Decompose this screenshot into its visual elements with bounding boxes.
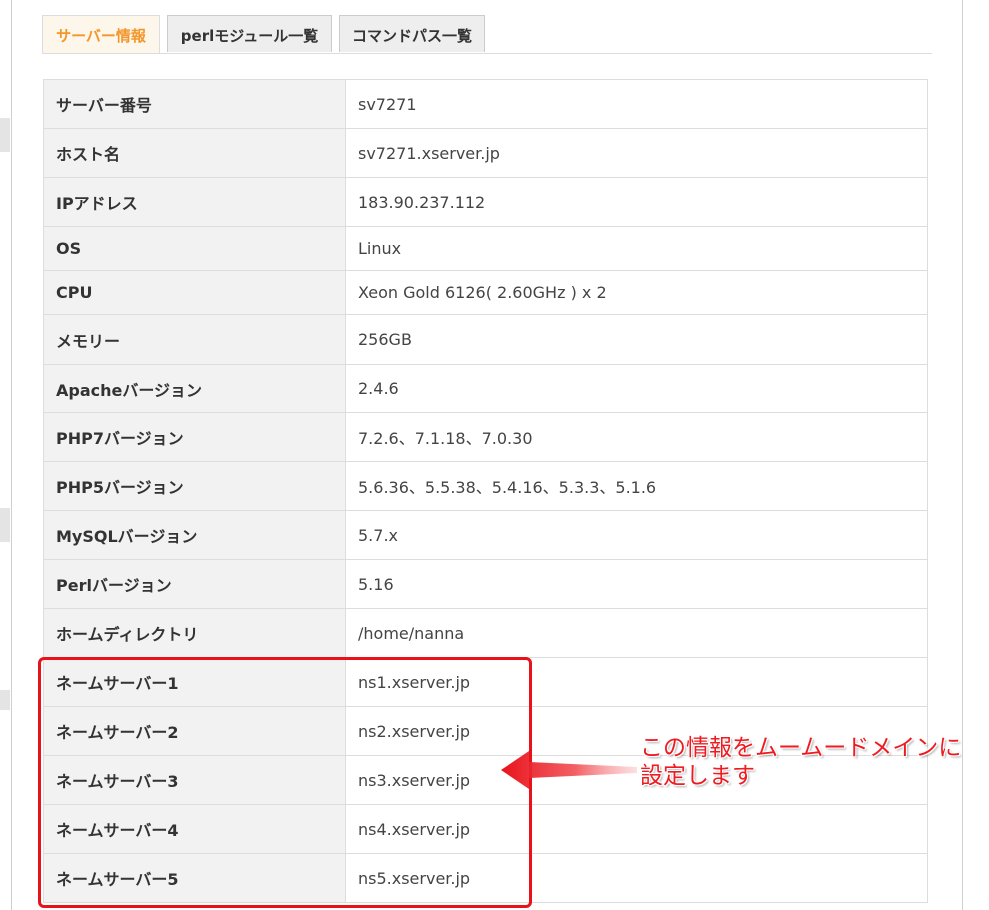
table-row: PHP5バージョン 5.6.36、5.5.38、5.4.16、5.3.3、5.1… [43, 461, 928, 511]
row-value: 5.16 [345, 559, 928, 609]
sidebar-item-marker [0, 690, 10, 710]
row-label: OS [43, 226, 346, 271]
row-label: CPU [43, 270, 346, 315]
sidebar-item-marker [0, 118, 10, 152]
row-label: メモリー [43, 314, 346, 365]
row-label: PHP7バージョン [43, 412, 346, 462]
row-label: MySQLバージョン [43, 510, 346, 560]
row-label: Perlバージョン [43, 559, 346, 609]
row-value: sv7271 [345, 79, 928, 129]
tab-bar: サーバー情報 perlモジュール一覧 コマンドパス一覧 [42, 15, 932, 54]
tab-perl-modules[interactable]: perlモジュール一覧 [167, 15, 332, 52]
table-row: サーバー番号 sv7271 [43, 79, 928, 129]
row-label: PHP5バージョン [43, 461, 346, 511]
table-row: IPアドレス 183.90.237.112 [43, 177, 928, 227]
table-row: メモリー 256GB [43, 314, 928, 365]
row-value: 2.4.6 [345, 364, 928, 413]
sidebar-item-marker [0, 508, 10, 542]
row-label: サーバー番号 [43, 79, 346, 129]
tab-server-info[interactable]: サーバー情報 [42, 15, 160, 53]
row-value: Xeon Gold 6126( 2.60GHz ) x 2 [345, 270, 928, 315]
row-label: Apacheバージョン [43, 364, 346, 413]
arrow-left-icon [501, 751, 637, 789]
table-row: Apacheバージョン 2.4.6 [43, 364, 928, 413]
table-row: PHP7バージョン 7.2.6、7.1.18、7.0.30 [43, 412, 928, 462]
row-value: 5.6.36、5.5.38、5.4.16、5.3.3、5.1.6 [345, 461, 928, 511]
row-value: 256GB [345, 314, 928, 365]
tab-command-paths[interactable]: コマンドパス一覧 [339, 15, 485, 52]
row-value: Linux [345, 226, 928, 271]
row-label: ホームディレクトリ [43, 608, 346, 658]
row-value: 5.7.x [345, 510, 928, 560]
table-row: CPU Xeon Gold 6126( 2.60GHz ) x 2 [43, 270, 928, 315]
annotation-text: この情報をムームードメインに 設定します [640, 734, 962, 790]
row-value: 7.2.6、7.1.18、7.0.30 [345, 412, 928, 462]
row-value: 183.90.237.112 [345, 177, 928, 227]
table-row: MySQLバージョン 5.7.x [43, 510, 928, 560]
content-right-border [962, 0, 963, 910]
table-row: ホームディレクトリ /home/nanna [43, 608, 928, 658]
row-value: sv7271.xserver.jp [345, 128, 928, 178]
annotation-line-2: 設定します [640, 763, 755, 789]
row-value: /home/nanna [345, 608, 928, 658]
table-row: ホスト名 sv7271.xserver.jp [43, 128, 928, 178]
nameserver-highlight-box [38, 657, 532, 908]
row-label: ホスト名 [43, 128, 346, 178]
row-label: IPアドレス [43, 177, 346, 227]
table-row: Perlバージョン 5.16 [43, 559, 928, 609]
table-row: OS Linux [43, 226, 928, 271]
annotation-line-1: この情報をムームードメインに [640, 735, 962, 761]
